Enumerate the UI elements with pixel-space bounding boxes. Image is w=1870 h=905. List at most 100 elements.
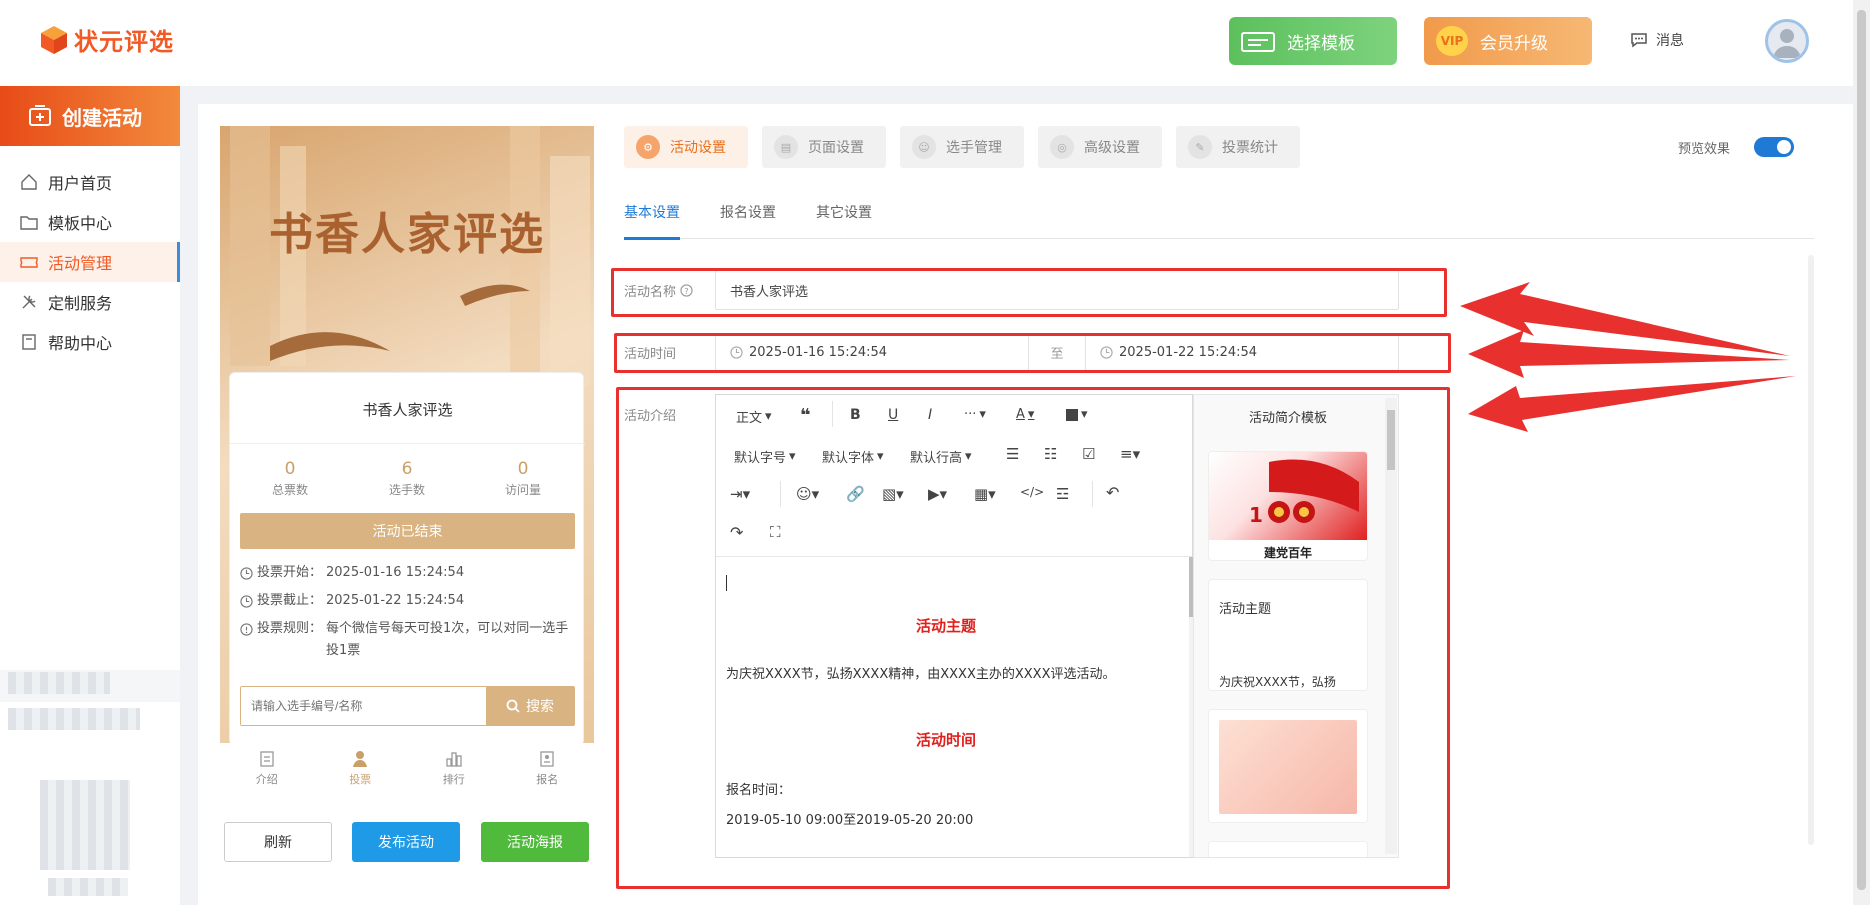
preview-effect-label: 预览效果 (1678, 142, 1731, 157)
vip-upgrade-button[interactable]: VIP 会员升级 (1424, 17, 1592, 65)
vote-end-info: 投票截止： 2025-01-22 15:24:54 (240, 590, 464, 612)
document-icon (260, 750, 274, 767)
preview-tab-label: 投票 (349, 772, 372, 786)
divider (230, 443, 585, 444)
preview-tab-label: 排行 (442, 772, 465, 786)
subtab-basic[interactable]: 基本设置 (624, 202, 680, 222)
tab-label: 选手管理 (946, 140, 1002, 156)
stat-value: 0 (517, 459, 529, 479)
clock-icon (240, 567, 253, 580)
candidate-search: 搜索 (240, 686, 575, 726)
vote-start-info: 投票开始： 2025-01-16 15:24:54 (240, 562, 464, 584)
users-icon: ☺ (912, 135, 936, 159)
tab-candidate-manage[interactable]: ☺ 选手管理 (900, 126, 1024, 168)
vote-rule-info: 投票规则： 每个微信号每天可投1次，可以对同一选手 投1票 (240, 618, 575, 662)
user-avatar-icon (1773, 29, 1801, 58)
tab-vote-stats[interactable]: ✎ 投票统计 (1176, 126, 1300, 168)
signup-icon (540, 750, 554, 767)
tab-advanced-settings[interactable]: ◎ 高级设置 (1038, 126, 1162, 168)
tab-page-settings[interactable]: ▤ 页面设置 (762, 126, 886, 168)
page-scrollbar[interactable] (1808, 255, 1814, 845)
tab-label: 投票统计 (1222, 140, 1278, 156)
blurred-content (8, 708, 140, 730)
highlight-box-intro (616, 387, 1450, 889)
publish-activity-button[interactable]: 发布活动 (352, 822, 460, 862)
vote-rule-line: 每个微信号每天可投1次，可以对同一选手 (326, 621, 569, 636)
messages-label: 消息 (1656, 33, 1684, 49)
cube-logo-icon (41, 25, 67, 54)
sidebar-item-templates[interactable]: 模板中心 (0, 202, 180, 242)
sidebar-item-label: 定制服务 (48, 294, 113, 313)
vote-start-label: 投票开始： (257, 565, 323, 580)
brand-name: 状元评选 (74, 28, 174, 56)
search-icon (506, 699, 520, 713)
search-button[interactable]: 搜索 (486, 687, 574, 725)
vote-rule-text: 每个微信号每天可投1次，可以对同一选手 投1票 (326, 618, 568, 662)
stat-label: 总票数 (271, 483, 308, 497)
vote-rule-line: 投1票 (326, 643, 361, 658)
preview-tab-vote[interactable]: 投票 (314, 743, 408, 793)
subtab-active-underline (624, 237, 680, 240)
book-icon (22, 334, 36, 350)
preview-bottom-tabs: 介绍 投票 排行 报名 (220, 743, 594, 793)
target-icon: ◎ (1050, 135, 1074, 159)
banner-title: 书香人家评选 (269, 209, 545, 260)
folder-icon (20, 216, 38, 230)
sidebar-item-custom-service[interactable]: 定制服务 (0, 282, 180, 322)
choose-template-label: 选择模板 (1287, 33, 1355, 54)
vote-end-label: 投票截止： (257, 593, 323, 608)
blurred-content (8, 672, 110, 694)
sidebar-item-label: 模板中心 (48, 214, 113, 233)
sidebar-item-activity-manage[interactable]: 活动管理 (0, 242, 180, 282)
preview-tab-signup[interactable]: 报名 (501, 743, 595, 793)
vote-rule-label: 投票规则： (257, 621, 323, 636)
plus-box-icon (29, 105, 51, 126)
subtab-divider (624, 238, 1814, 239)
red-arrows-icon (1460, 282, 1796, 432)
candidate-search-input[interactable] (241, 687, 486, 725)
stat-label: 访问量 (504, 483, 541, 497)
create-activity-label: 创建活动 (62, 105, 142, 130)
template-icon (1241, 32, 1275, 52)
window-scrollbar[interactable] (1853, 0, 1870, 905)
chat-bubble-icon (1631, 33, 1647, 48)
info-circle-icon (240, 623, 253, 636)
vip-badge-icon: VIP (1436, 26, 1468, 56)
preview-tab-label: 介绍 (255, 772, 278, 786)
blurred-qr-code (40, 780, 130, 870)
brand-logo[interactable]: 状元评选 (40, 22, 174, 57)
preview-tab-label: 报名 (536, 772, 559, 786)
stat-label: 选手数 (388, 483, 425, 497)
highlight-box-time (614, 333, 1451, 373)
create-activity-button[interactable]: 创建活动 (0, 86, 180, 146)
messages-link[interactable]: 消息 (1630, 30, 1684, 50)
card-title: 书香人家评选 (362, 401, 453, 419)
preview-card: 书香人家评选 0 总票数 6 选手数 0 访问量 活动已结束 投票开始： 2025… (229, 372, 585, 746)
tools-icon (22, 295, 36, 309)
search-button-label: 搜索 (526, 699, 554, 715)
user-avatar[interactable] (1765, 19, 1809, 63)
blurred-content (48, 878, 128, 896)
stat-value: 6 (401, 459, 413, 479)
stat-visits: 0 访问量 (468, 459, 578, 498)
tab-label: 高级设置 (1084, 140, 1140, 156)
activity-poster-button[interactable]: 活动海报 (481, 822, 589, 862)
subtab-signup[interactable]: 报名设置 (720, 202, 776, 222)
gear-icon: ⚙ (636, 135, 660, 159)
subtab-other[interactable]: 其它设置 (816, 202, 872, 222)
vote-start-value: 2025-01-16 15:24:54 (326, 565, 465, 580)
tab-activity-settings[interactable]: ⚙ 活动设置 (624, 126, 748, 168)
preview-tab-intro[interactable]: 介绍 (220, 743, 314, 793)
choose-template-button[interactable]: 选择模板 (1229, 17, 1397, 65)
stat-candidates: 6 选手数 (352, 459, 462, 498)
sidebar-item-help[interactable]: 帮助中心 (0, 322, 180, 362)
sidebar-item-label: 用户首页 (48, 174, 113, 193)
ticket-icon (20, 257, 38, 268)
highlight-box-name (611, 268, 1447, 317)
tab-label: 活动设置 (670, 140, 726, 156)
preview-tab-ranking[interactable]: 排行 (407, 743, 501, 793)
sidebar: 创建活动 用户首页 模板中心 活动管理 定制服务 帮助中心 (0, 86, 180, 905)
refresh-button[interactable]: 刷新 (224, 822, 332, 862)
preview-effect-toggle[interactable] (1754, 137, 1794, 157)
sidebar-item-home[interactable]: 用户首页 (0, 162, 180, 202)
